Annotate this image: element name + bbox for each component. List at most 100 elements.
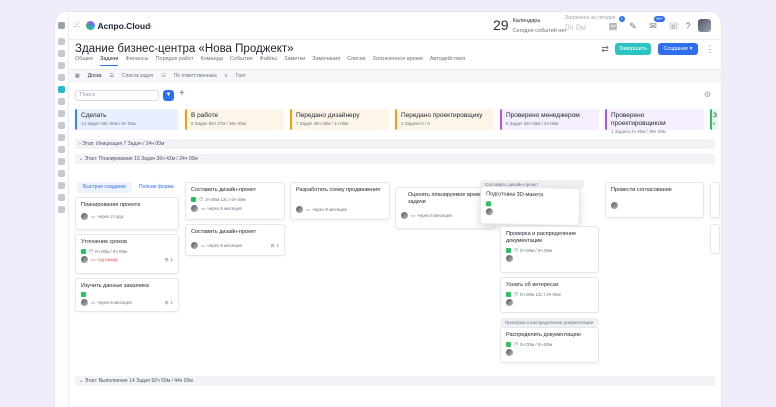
column-title: Передано проектировщику [401,112,483,119]
tab-general[interactable]: Общее [75,56,93,66]
view-board[interactable]: Доска [88,73,102,79]
task-card[interactable]: Проверка и распределение документации ◷ 0… [500,226,599,273]
storage-icon[interactable] [58,194,65,201]
people-icon: ☷ [161,72,166,79]
column-to-designer[interactable]: Передано дизайнеру 7 Задач 36ч 00м / 1ч … [290,109,389,130]
subtasks-icon: ⊟ [164,299,169,305]
task-due: через 8 месяцев [312,207,347,212]
tab-files[interactable]: Файлы [260,56,277,66]
task-time: 0ч 00м / 0ч 00м [519,247,553,253]
column-stats: 5 [713,121,716,126]
tab-remarks[interactable]: Замечания [312,56,340,66]
tab-workflow[interactable]: Порядок работ [156,56,194,66]
task-card[interactable]: Узнать об интересах ◷ 0ч 00м 12с / 0ч 00м [500,277,599,313]
stage-execution[interactable]: ⌄ Этап: Выполнение 14 Задач 92ч 50м / 44… [75,376,715,386]
tab-notes[interactable]: Заметки [284,56,305,66]
view-list[interactable]: Список задач [122,73,153,79]
calendar-widget[interactable]: 29 Календарь Сегодня событий нет [493,15,567,35]
user-avatar[interactable] [698,19,711,32]
task-due: год назад [97,257,118,262]
task-card-partial[interactable] [710,182,720,218]
phone-icon[interactable]: ☏ [668,21,679,31]
reports-icon[interactable] [58,146,65,153]
search-input[interactable]: Поиск [75,90,159,101]
create-button-label: Создание [663,46,689,52]
column-title: З [713,112,717,119]
column-in-progress[interactable]: В работе 8 Задач 55ч 27м / 36ч 00м [185,109,284,130]
left-sidebar [55,12,69,407]
task-card-partial[interactable] [710,224,720,254]
task-due: через 8 месяцев [207,243,242,248]
task-title: Уточнение сроков [81,239,127,245]
app-logo[interactable]: Аспро.Cloud [85,21,150,31]
tab-time-spent[interactable]: Затраченное время [373,56,423,66]
view-by-assignee[interactable]: По ответственным [174,73,217,79]
column-todo[interactable]: Сделать 14 Задач 36ч 00м / 6ч 00м [75,109,178,130]
task-card[interactable]: Разработать схему продвижения ▭ через 8 м… [290,182,390,220]
logo-mark-icon [85,21,95,30]
column-manager-checked[interactable]: Проверено менеджером 8 Задач 36ч 00м / 3… [500,109,599,130]
column-stats: 14 Задач 36ч 00м / 6ч 00м [81,121,136,126]
docs-icon[interactable] [58,122,65,129]
stage-execution-label: Этап: Выполнение 14 Задач 92ч 50м / 44ч … [84,378,193,384]
finish-button[interactable]: Завершить [615,43,651,55]
home-icon[interactable] [58,38,65,45]
finance-icon[interactable] [58,98,65,105]
notes-icon[interactable]: ✎ [628,21,638,31]
tab-tasks[interactable]: Задачи [100,56,119,66]
task-card[interactable]: Составить дизайн-проект ▭ через 8 месяцев… [185,224,285,256]
stage-icon [81,292,86,297]
menu-icon[interactable] [58,22,65,29]
subtasks-icon: ⊟ [270,242,275,248]
add-column-button[interactable]: + [179,88,185,99]
gear-icon[interactable]: ⚙ [704,90,711,99]
apps-grid-icon[interactable]: ⁙ [73,20,81,31]
crm-icon[interactable] [58,74,65,81]
gantt-icon: ≡ [224,72,228,79]
more-icon[interactable]: ⋮ [705,44,715,54]
task-card-dragging[interactable]: Подготовка 3D-макета [479,186,581,226]
quick-create-tab[interactable]: Быстрое создание [77,182,132,193]
tab-lists[interactable]: Списки [347,56,365,66]
team-icon[interactable] [58,134,65,141]
active-module-icon[interactable] [58,86,65,93]
task-time: 0ч 00м / 0ч 00м [94,248,128,254]
column-next[interactable]: З 5 [710,109,718,130]
column-engineer-checked[interactable]: Проверено проектировщиком 1 Задача 4ч 00… [605,109,704,134]
task-card[interactable]: Изучить данные заказчика ▭ через 5 месяце… [75,278,179,312]
task-card[interactable]: Провести согласование [605,182,704,218]
chat-icon-top[interactable]: ✉ 99+ [648,16,665,31]
view-gantt[interactable]: Гант [236,73,246,79]
calendar-icon: ▭ [91,299,96,305]
task-card[interactable]: Уточнение сроков ◷ 0ч 00м / 0ч 00м ▭ год н… [75,234,179,274]
avatar [401,212,408,219]
tasks-icon[interactable] [58,50,65,57]
avatar [191,242,198,249]
settings-icon[interactable] [58,206,65,213]
filter-button[interactable]: ▼ [163,90,174,101]
calendar-icon[interactable] [58,182,65,189]
projects-icon[interactable] [58,62,65,69]
link-icon[interactable]: ⇄ [600,44,610,54]
tasks-inbox-icon[interactable]: ▤ 1 [608,16,625,31]
full-form-tab[interactable]: Полная форма [133,182,180,193]
stage-initiation[interactable]: › Этап: Инициация 7 Задач / 24ч 00м [75,139,715,149]
stage-planning[interactable]: ⌄ Этап: Планирование 15 Задач 36ч 42м / … [75,154,715,164]
search-icon[interactable]: ⌕ [145,21,155,31]
tab-finance[interactable]: Финансы [125,56,148,66]
avatar [611,202,618,209]
column-to-engineer[interactable]: Передано проектировщику 2 Задачи 0 / 0 [395,109,494,130]
knowledge-icon[interactable] [58,170,65,177]
tab-automation[interactable]: Автодействия [430,56,465,66]
timer-icon: ◷ [514,291,518,296]
chat-icon[interactable] [58,158,65,165]
task-card[interactable]: Планирование проекта ▭ через 2 года [75,197,179,230]
tab-events[interactable]: События [230,56,253,66]
task-card[interactable]: Составить дизайн-проект ◷ 3ч 00м 12с / 6ч… [185,182,285,220]
task-card[interactable]: Распределить документацию ◷ 0ч 00м / 0ч 0… [500,327,599,363]
stage-icon [506,341,511,347]
help-icon[interactable]: ? [683,21,693,31]
time-icon[interactable] [58,110,65,117]
tab-team[interactable]: Команда [201,56,223,66]
create-button[interactable]: Создание ▾ [658,43,698,55]
